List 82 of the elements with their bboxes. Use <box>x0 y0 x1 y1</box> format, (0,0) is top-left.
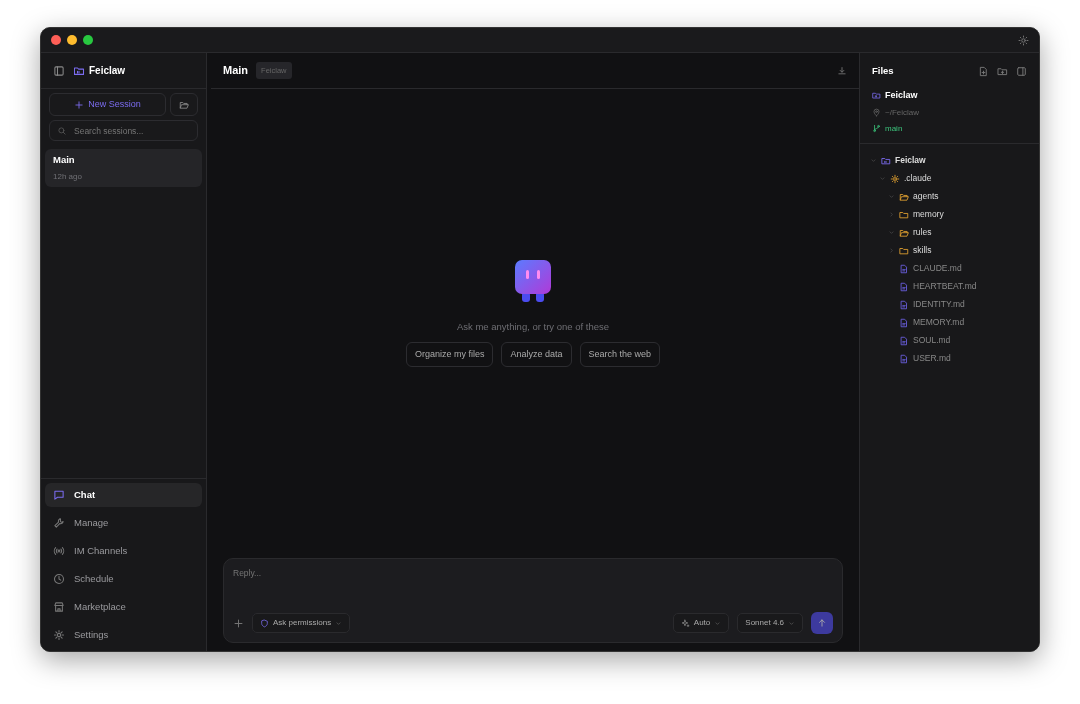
permission-dropdown[interactable]: Ask permissions <box>252 613 351 633</box>
sidebar-toggle-icon[interactable] <box>53 64 65 77</box>
suggestion-button[interactable]: Organize my files <box>405 341 494 368</box>
file-icon <box>899 263 909 274</box>
tree-item[interactable]: agents <box>868 187 1031 206</box>
plus-icon <box>74 99 85 110</box>
robot-mascot-icon <box>515 259 551 302</box>
model-dropdown[interactable]: Sonnet 4.6 <box>737 613 803 633</box>
search-field[interactable]: Search sessions... <box>49 120 198 141</box>
chat-icon <box>53 489 65 501</box>
gear-icon <box>890 173 900 184</box>
sparkle-icon <box>680 618 690 628</box>
tree-item[interactable]: USER.md <box>868 349 1031 368</box>
location-icon <box>872 108 881 117</box>
folder-icon <box>881 155 891 166</box>
tree-item[interactable]: .claude <box>868 169 1031 188</box>
tree-item[interactable]: MEMORY.md <box>868 313 1031 332</box>
tree-item[interactable]: Feiclaw <box>868 151 1031 170</box>
caret-icon <box>788 619 795 627</box>
nav-item[interactable]: Marketplace <box>45 595 202 619</box>
file-icon <box>899 317 909 328</box>
clock-icon <box>53 573 65 585</box>
new-session-button[interactable]: New Session <box>49 93 166 116</box>
empty-state-prompt: Ask me anything, or try one of these <box>456 319 610 334</box>
panel-toggle-icon[interactable] <box>1016 65 1027 77</box>
nav-item[interactable]: Chat <box>45 483 202 507</box>
nav-item[interactable]: Schedule <box>45 567 202 591</box>
open-folder-icon <box>899 191 909 202</box>
session-title: Main <box>53 153 76 167</box>
file-icon <box>899 281 909 292</box>
composer-field[interactable]: Reply... Ask permissions Auto Sonnet 4.6 <box>223 558 843 643</box>
new-folder-icon[interactable] <box>997 65 1008 77</box>
arrow-up-icon <box>817 618 827 628</box>
file-icon <box>899 353 909 364</box>
folder-icon <box>899 209 909 220</box>
session-time: 12h ago <box>53 171 83 184</box>
nav-item[interactable]: Settings <box>45 623 202 647</box>
send-button[interactable] <box>811 612 833 634</box>
settings-icon <box>53 629 65 641</box>
open-folder-button[interactable] <box>170 93 198 116</box>
tree-item[interactable]: memory <box>868 205 1031 224</box>
broadcast-icon <box>53 545 65 557</box>
zoom-button[interactable] <box>83 35 93 45</box>
wrench-icon <box>53 517 65 529</box>
branch-name: main <box>885 122 903 135</box>
folder-icon <box>872 91 881 101</box>
file-icon <box>899 299 909 310</box>
minimize-button[interactable] <box>67 35 77 45</box>
store-icon <box>53 601 65 613</box>
close-button[interactable] <box>51 35 61 45</box>
nav-item[interactable]: Manage <box>45 511 202 535</box>
open-folder-icon <box>899 227 909 238</box>
reply-input[interactable]: Reply... <box>233 567 833 612</box>
branch-icon <box>872 124 881 133</box>
shield-icon <box>260 618 269 628</box>
folder-icon <box>899 245 909 256</box>
nav-item[interactable]: IM Channels <box>45 539 202 563</box>
suggestion-button[interactable]: Analyze data <box>501 341 572 368</box>
tree-item[interactable]: SOUL.md <box>868 331 1031 350</box>
tree-item[interactable]: HEARTBEAT.md <box>868 277 1031 296</box>
tree-item[interactable]: CLAUDE.md <box>868 259 1031 278</box>
tree-item[interactable]: IDENTITY.md <box>868 295 1031 314</box>
suggestion-button[interactable]: Search the web <box>579 341 661 368</box>
download-icon[interactable] <box>837 65 847 76</box>
tree-item[interactable]: skills <box>868 241 1031 260</box>
tree-item[interactable]: rules <box>868 223 1031 242</box>
file-icon <box>899 335 909 346</box>
caret-icon <box>714 619 722 627</box>
folder-icon <box>179 99 189 110</box>
new-file-icon[interactable] <box>978 65 989 77</box>
files-title: Files <box>872 63 894 78</box>
session-item[interactable]: Main 12h ago <box>45 149 202 188</box>
project-name: Feiclaw <box>885 89 918 102</box>
sun-icon[interactable] <box>1018 34 1029 46</box>
attach-plus-icon[interactable] <box>233 617 244 629</box>
search-icon <box>57 126 67 136</box>
caret-icon <box>335 619 343 627</box>
chat-title: Main <box>223 63 249 79</box>
project-path: ~/Feiclaw <box>885 106 919 119</box>
project-name: Feiclaw <box>89 64 126 78</box>
mode-dropdown[interactable]: Auto <box>672 613 730 633</box>
folder-icon <box>73 64 85 77</box>
